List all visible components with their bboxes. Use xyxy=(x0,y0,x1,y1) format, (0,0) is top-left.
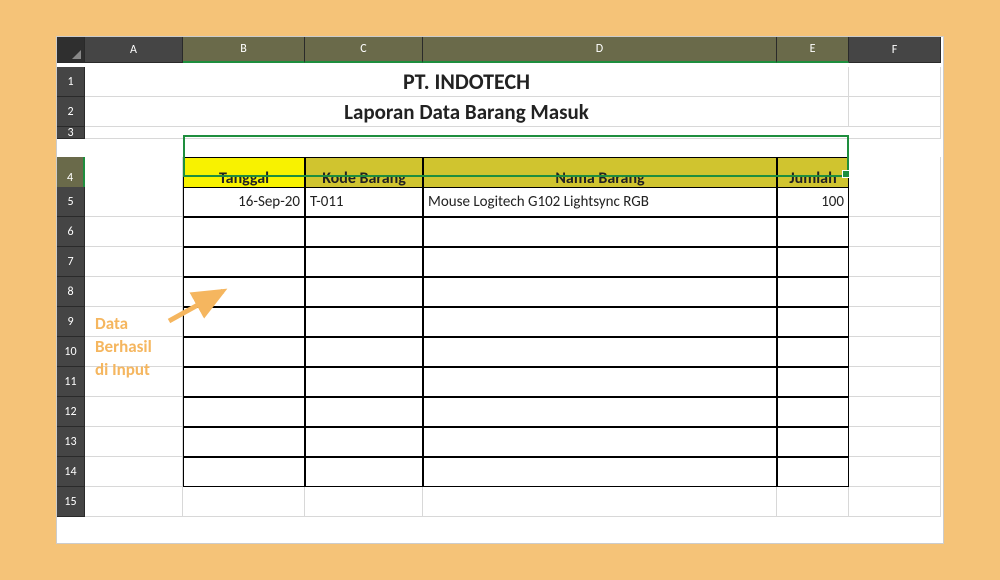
cell-f6[interactable] xyxy=(849,217,941,247)
cell-a6[interactable] xyxy=(85,217,183,247)
cell-b10[interactable] xyxy=(183,337,305,367)
cell-f2[interactable] xyxy=(849,97,941,127)
cell-c13[interactable] xyxy=(305,427,423,457)
cell-d11[interactable] xyxy=(423,367,777,397)
row-header-7[interactable]: 7 xyxy=(57,247,85,277)
cell-d13[interactable] xyxy=(423,427,777,457)
cell-f8[interactable] xyxy=(849,277,941,307)
cell-e9[interactable] xyxy=(777,307,849,337)
cell-d15[interactable] xyxy=(423,487,777,517)
td-kode[interactable]: T-011 xyxy=(305,187,423,217)
cell-c15[interactable] xyxy=(305,487,423,517)
spreadsheet-grid: A B C D E F 1 PT. INDOTECH 2 Laporan Dat… xyxy=(57,37,943,517)
cell-c6[interactable] xyxy=(305,217,423,247)
col-header-e[interactable]: E xyxy=(777,37,849,63)
cell-d12[interactable] xyxy=(423,397,777,427)
cell-e11[interactable] xyxy=(777,367,849,397)
row-3-cells[interactable] xyxy=(85,127,941,139)
cell-c14[interactable] xyxy=(305,457,423,487)
cell-a8[interactable] xyxy=(85,277,183,307)
cell-e15[interactable] xyxy=(777,487,849,517)
cell-a12[interactable] xyxy=(85,397,183,427)
cell-a13[interactable] xyxy=(85,427,183,457)
cell-a15[interactable] xyxy=(85,487,183,517)
row-header-11[interactable]: 11 xyxy=(57,367,85,397)
cell-c12[interactable] xyxy=(305,397,423,427)
cell-b9[interactable] xyxy=(183,307,305,337)
row-header-8[interactable]: 8 xyxy=(57,277,85,307)
row-header-1[interactable]: 1 xyxy=(57,67,85,97)
cell-a10[interactable] xyxy=(85,337,183,367)
row-header-6[interactable]: 6 xyxy=(57,217,85,247)
cell-e12[interactable] xyxy=(777,397,849,427)
cell-e6[interactable] xyxy=(777,217,849,247)
cell-f9[interactable] xyxy=(849,307,941,337)
cell-b11[interactable] xyxy=(183,367,305,397)
col-header-a[interactable]: A xyxy=(85,37,183,63)
row-header-10[interactable]: 10 xyxy=(57,337,85,367)
cell-b13[interactable] xyxy=(183,427,305,457)
cell-d10[interactable] xyxy=(423,337,777,367)
cell-d8[interactable] xyxy=(423,277,777,307)
cell-f11[interactable] xyxy=(849,367,941,397)
cell-b14[interactable] xyxy=(183,457,305,487)
cell-d6[interactable] xyxy=(423,217,777,247)
cell-c9[interactable] xyxy=(305,307,423,337)
report-title: Laporan Data Barang Masuk xyxy=(85,97,849,127)
spreadsheet-frame: A B C D E F 1 PT. INDOTECH 2 Laporan Dat… xyxy=(56,36,944,544)
row-header-13[interactable]: 13 xyxy=(57,427,85,457)
cell-f12[interactable] xyxy=(849,397,941,427)
col-header-b[interactable]: B xyxy=(183,37,305,63)
cell-c8[interactable] xyxy=(305,277,423,307)
cell-a9[interactable] xyxy=(85,307,183,337)
select-all-corner[interactable] xyxy=(57,37,85,63)
cell-b6[interactable] xyxy=(183,217,305,247)
cell-b8[interactable] xyxy=(183,277,305,307)
col-header-d[interactable]: D xyxy=(423,37,777,63)
company-title: PT. INDOTECH xyxy=(85,67,849,97)
td-jumlah[interactable]: 100 xyxy=(777,187,849,217)
row-header-12[interactable]: 12 xyxy=(57,397,85,427)
cell-f13[interactable] xyxy=(849,427,941,457)
col-header-c[interactable]: C xyxy=(305,37,423,63)
cell-f7[interactable] xyxy=(849,247,941,277)
cell-f1[interactable] xyxy=(849,67,941,97)
row-header-14[interactable]: 14 xyxy=(57,457,85,487)
cell-e7[interactable] xyxy=(777,247,849,277)
row-header-5[interactable]: 5 xyxy=(57,187,85,217)
col-header-f[interactable]: F xyxy=(849,37,941,63)
row-header-2[interactable]: 2 xyxy=(57,97,85,127)
cell-a7[interactable] xyxy=(85,247,183,277)
cell-c10[interactable] xyxy=(305,337,423,367)
cell-d9[interactable] xyxy=(423,307,777,337)
cell-f10[interactable] xyxy=(849,337,941,367)
td-nama[interactable]: Mouse Logitech G102 Lightsync RGB xyxy=(423,187,777,217)
cell-e10[interactable] xyxy=(777,337,849,367)
row-header-3[interactable]: 3 xyxy=(57,127,85,139)
td-tanggal[interactable]: 16-Sep-20 xyxy=(183,187,305,217)
cell-a5[interactable] xyxy=(85,187,183,217)
cell-e14[interactable] xyxy=(777,457,849,487)
cell-d14[interactable] xyxy=(423,457,777,487)
cell-a11[interactable] xyxy=(85,367,183,397)
cell-b15[interactable] xyxy=(183,487,305,517)
cell-a14[interactable] xyxy=(85,457,183,487)
cell-e8[interactable] xyxy=(777,277,849,307)
cell-f15[interactable] xyxy=(849,487,941,517)
row-header-9[interactable]: 9 xyxy=(57,307,85,337)
cell-b7[interactable] xyxy=(183,247,305,277)
cell-c7[interactable] xyxy=(305,247,423,277)
row-header-15[interactable]: 15 xyxy=(57,487,85,517)
cell-e13[interactable] xyxy=(777,427,849,457)
cell-f5[interactable] xyxy=(849,187,941,217)
cell-b12[interactable] xyxy=(183,397,305,427)
cell-f14[interactable] xyxy=(849,457,941,487)
cell-d7[interactable] xyxy=(423,247,777,277)
cell-c11[interactable] xyxy=(305,367,423,397)
